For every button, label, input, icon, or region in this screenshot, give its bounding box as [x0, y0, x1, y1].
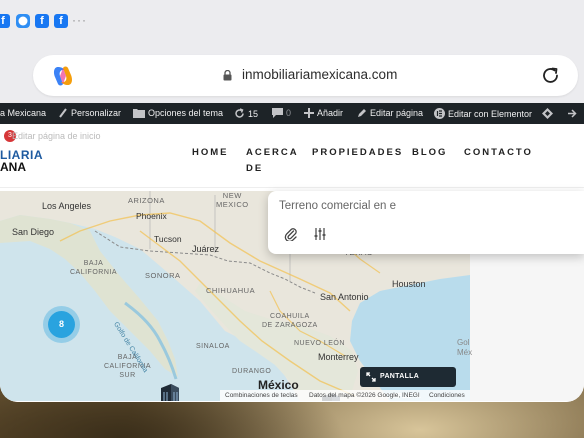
- map-label-san-antonio: San Antonio: [320, 292, 369, 302]
- map-label-arizona: ARIZONA: [128, 196, 165, 205]
- reload-icon[interactable]: [540, 65, 561, 86]
- admin-comments-count: 0: [286, 108, 292, 118]
- map-terms-link[interactable]: Condiciones: [429, 390, 465, 401]
- attach-icon[interactable]: [284, 227, 298, 241]
- nav-about[interactable]: ACERCA DE: [246, 147, 299, 180]
- map-attribution-bar: Combinaciones de teclas Datos del mapa ©…: [220, 390, 470, 401]
- map-label-sonora: SONORA: [145, 271, 181, 280]
- edit-home-ghost-text: Editar página de inicio: [12, 131, 101, 141]
- elementor-icon: [434, 108, 445, 119]
- map-label-durango: DURANGO: [232, 368, 272, 375]
- map-label-new-mexico-line2: MEXICO: [216, 200, 249, 209]
- fullscreen-button[interactable]: PANTALLA COMPLETA: [360, 367, 456, 400]
- search-query-text[interactable]: Terreno comercial en e: [279, 200, 396, 212]
- arrow-icon: [568, 109, 577, 118]
- plus-icon: [304, 108, 314, 118]
- admin-theme-options[interactable]: Opciones del tema: [133, 108, 223, 118]
- wp-admin-bar: ia Mexicana Personalizar Opciones del te…: [0, 103, 584, 124]
- admin-edit-elementor-label: Editar con Elementor: [448, 109, 533, 119]
- lock-icon: [223, 70, 232, 81]
- map-label-coahuila: COAHUILA DE ZARAGOZA: [262, 312, 318, 330]
- partial-gulf-label: Gol: [457, 338, 470, 347]
- nav-properties[interactable]: PROPIEDADES: [312, 147, 403, 158]
- map-cluster-marker[interactable]: 8: [48, 311, 75, 338]
- copilot-icon[interactable]: [51, 64, 75, 88]
- site-logo-line2[interactable]: ANA: [0, 160, 26, 174]
- admin-updates[interactable]: 15: [234, 108, 258, 119]
- tab-strip: f f f ···: [0, 0, 584, 42]
- map-attribution: Datos del mapa ©2026 Google, INEGI: [309, 392, 420, 399]
- facebook-tab-icon[interactable]: f: [0, 14, 10, 28]
- map-label-los-angeles: Los Angeles: [42, 201, 92, 211]
- admin-add-new-label: Añadir: [317, 108, 344, 118]
- map-label-monterrey: Monterrey: [318, 352, 359, 362]
- map-label-baja-california-line2: CALIFORNIA: [70, 269, 118, 276]
- more-tabs-icon[interactable]: ···: [72, 13, 87, 27]
- diamond-icon: [542, 108, 553, 119]
- map-label-nuevo-leon: NUEVO LEÓN: [294, 340, 345, 347]
- brush-icon: [59, 108, 67, 118]
- map-label-phoenix: Phoenix: [136, 211, 167, 221]
- admin-add-new[interactable]: Añadir: [304, 108, 343, 118]
- map-label-baja-california-line1: BAJA: [83, 260, 104, 267]
- comment-icon: [272, 108, 283, 118]
- map-label-tucson: Tucson: [154, 234, 182, 244]
- partial-mexico-label: Méx: [457, 348, 473, 357]
- admin-customize-label: Personalizar: [71, 108, 122, 118]
- admin-edit-elementor[interactable]: Editar con Elementor: [434, 108, 532, 119]
- nav-about-line1: ACERCA: [246, 147, 299, 158]
- admin-comments[interactable]: 0: [272, 108, 291, 118]
- map-label-houston: Houston: [392, 279, 426, 289]
- facebook-tab-icon-3[interactable]: f: [54, 14, 68, 28]
- search-popup[interactable]: Terreno comercial en e: [268, 191, 584, 254]
- admin-theme-options-label: Opciones del tema: [148, 108, 224, 118]
- map-label-baja-sur-line3: SUR: [119, 372, 136, 379]
- pencil-icon: [358, 109, 366, 117]
- admin-site-name[interactable]: ia Mexicana: [0, 108, 46, 118]
- admin-edit-page[interactable]: Editar página: [357, 108, 423, 118]
- map-label-sinaloa: SINALOA: [196, 343, 230, 350]
- map-label-san-diego: San Diego: [12, 227, 55, 237]
- nav-about-line2: DE: [246, 163, 264, 174]
- nav-contact[interactable]: CONTACTO: [464, 147, 533, 158]
- facebook-tab-icon-2[interactable]: f: [35, 14, 49, 28]
- expand-icon: [366, 372, 376, 382]
- map-shortcuts-link[interactable]: Combinaciones de teclas: [225, 390, 298, 401]
- map-label-chihuahua: CHIHUAHUA: [206, 286, 256, 295]
- site-header: 3 Editar página de inicio LIARIA ANA HOM…: [0, 124, 584, 188]
- folder-icon: [133, 109, 145, 118]
- building-marker-icon[interactable]: [157, 382, 181, 401]
- map-label-juarez: Juárez: [192, 244, 220, 254]
- address-bar[interactable]: inmobiliariamexicana.com: [33, 55, 578, 96]
- filter-sliders-icon[interactable]: [313, 227, 327, 241]
- admin-more-arrow[interactable]: [568, 109, 577, 120]
- nav-blog[interactable]: BLOG: [412, 147, 447, 158]
- map-label-coahuila-line1: COAHUILA: [269, 313, 310, 320]
- admin-updates-count: 15: [248, 109, 259, 119]
- admin-diamond[interactable]: [542, 108, 553, 121]
- admin-edit-page-label: Editar página: [370, 108, 424, 118]
- url-text[interactable]: inmobiliariamexicana.com: [242, 67, 397, 82]
- map-label-new-mexico: NEW MEXICO: [216, 191, 249, 209]
- map-label-coahuila-line2: DE ZARAGOZA: [262, 322, 318, 329]
- admin-customize[interactable]: Personalizar: [58, 108, 121, 118]
- map-label-new-mexico-line1: NEW: [222, 191, 242, 200]
- map-label-baja-california: BAJA CALIFORNIA: [70, 259, 117, 277]
- update-icon: [235, 108, 244, 118]
- nav-home[interactable]: HOME: [192, 147, 229, 158]
- messenger-tab-icon[interactable]: [16, 14, 30, 28]
